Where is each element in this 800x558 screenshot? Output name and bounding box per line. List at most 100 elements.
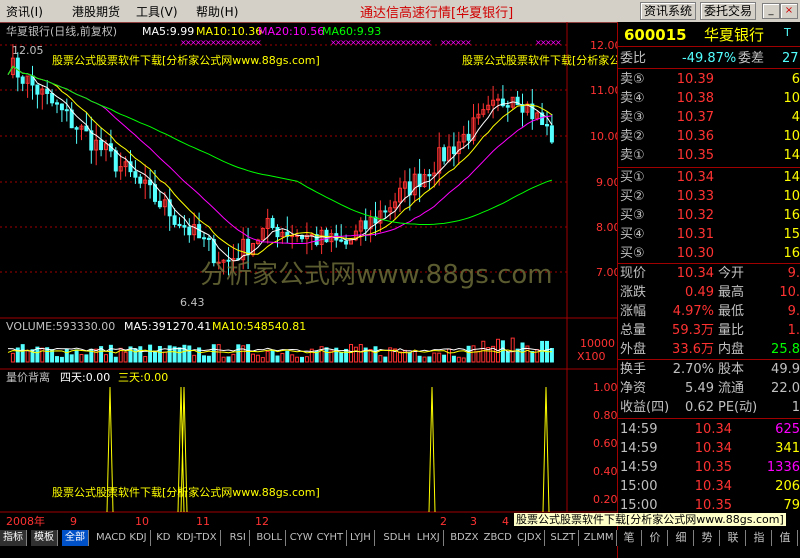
volume-bar (123, 351, 128, 363)
volume-bar (255, 354, 260, 363)
volume-bar (510, 337, 515, 363)
tab-kdj[interactable]: KDJ (126, 530, 151, 546)
month-2: 2 (440, 515, 447, 528)
tick-volume: 79 (783, 498, 800, 513)
stat-label-2: 量比 (718, 323, 745, 338)
tab-全部[interactable]: 全部 (62, 530, 89, 546)
volume-bar (260, 357, 265, 363)
volume-bar (79, 353, 84, 363)
volume-bar (324, 347, 329, 363)
quote-divider-4 (618, 263, 800, 264)
volume-bar (295, 356, 300, 363)
buy-label: 买④ (620, 227, 645, 242)
tab-rsi[interactable]: RSI (226, 530, 250, 546)
tab-sdlh[interactable]: SDLH (380, 530, 415, 546)
menu-tools[interactable]: 工具(V) (136, 3, 178, 20)
tab-cyht[interactable]: CYHT (313, 530, 348, 546)
tab-kd[interactable]: KD (153, 530, 175, 546)
volume-bar (500, 340, 505, 363)
signal-marker: × (555, 38, 562, 47)
stat-label: 总量 (620, 323, 647, 338)
tab-zlmm[interactable]: ZLMM (580, 530, 618, 546)
quote-divider-3 (618, 167, 800, 168)
candle-body (133, 171, 138, 178)
month-11: 11 (196, 515, 210, 528)
sell-volume: 10 (783, 91, 800, 106)
minimize-icon[interactable]: _ (762, 3, 780, 19)
tab-模板[interactable]: 模板 (31, 530, 58, 546)
indicator-three: 三天:0.00 (118, 371, 169, 384)
stat-value-2: 1. (787, 323, 800, 338)
volume-bar (133, 348, 138, 363)
tab-macd[interactable]: MACD (93, 530, 130, 546)
menu-hk-futures[interactable]: 港股期货 (72, 3, 120, 20)
tick-time: 15:00 (620, 498, 658, 513)
low-mark: 6.43 (180, 296, 205, 309)
stat-value-2: 10. (779, 285, 800, 300)
volume-bar (530, 351, 535, 363)
volume-bar (182, 344, 187, 363)
close-icon[interactable]: × (780, 3, 798, 19)
tick-volume: 341 (775, 441, 800, 456)
tab-slzt[interactable]: SLZT (547, 530, 580, 546)
tab-bdzx[interactable]: BDZX (447, 530, 483, 546)
info-system-button[interactable]: 资讯系统 (640, 2, 697, 20)
indicator-tabs: 指标 模板 全部 MACD KDJ KD KDJ-TDX RSI BOLL CYW CYHT LYJH… (0, 530, 618, 546)
buy-label: 买③ (620, 208, 645, 223)
quote-panel: 600015 华夏银行 T 委比 -49.87% 委差 27 卖⑤ 10.39 6 卖… (617, 22, 800, 558)
tab-zbcd[interactable]: ZBCD (480, 530, 516, 546)
stock-name: 华夏银行 (704, 26, 765, 44)
volume-bar (231, 353, 236, 363)
quote-tab-4[interactable]: 联 (721, 530, 746, 546)
volume-bar (251, 353, 255, 363)
candle-body (74, 127, 79, 130)
trade-button[interactable]: 委托交易 (700, 2, 757, 20)
volume-bar (353, 346, 358, 363)
top-markers: ×××××××××××××××× ×××××××××××××××××××× ××××… (180, 38, 562, 47)
menu-info[interactable]: 资讯(I) (6, 3, 43, 20)
sell-volume: 14 (783, 148, 800, 163)
tab-指标[interactable]: 指标 (0, 530, 27, 546)
tab-lyjh[interactable]: LYJH (347, 530, 375, 546)
quote-tab-0[interactable]: 笔 (617, 530, 642, 546)
ma10-label: MA10:10.36 (196, 25, 263, 38)
stat-value: 4.97% (672, 304, 714, 319)
stock-code: 600015 (624, 26, 687, 44)
candle-body (177, 223, 182, 227)
quote-tab-1[interactable]: 价 (643, 530, 668, 546)
tab-boll[interactable]: BOLL (253, 530, 287, 546)
quote-tab-5[interactable]: 指 (747, 530, 772, 546)
tick-volume: 625 (775, 422, 800, 437)
ytick-11: 11.00 (590, 84, 617, 97)
ytick-7: 7.00 (596, 266, 617, 279)
tick-price: 10.34 (694, 422, 732, 437)
stat2-value-2: 22.0 (771, 381, 800, 396)
tab-kdj-tdx[interactable]: KDJ-TDX (173, 530, 221, 546)
buy-volume: 16 (783, 246, 800, 261)
candle-body (451, 146, 456, 155)
buy-price: 10.30 (676, 246, 714, 261)
quote-tab-6[interactable]: 值 (773, 530, 798, 546)
tab-lhxj[interactable]: LHXJ (413, 530, 444, 546)
candle-body (64, 109, 69, 112)
volume-bar (344, 348, 349, 363)
volume-bar (300, 356, 304, 363)
stat-value-2: 25.8 (771, 342, 800, 357)
volume-bar (113, 356, 118, 363)
volume-bar (432, 352, 437, 363)
tab-cjdx[interactable]: CJDX (514, 530, 546, 546)
tab-cyw[interactable]: CYW (286, 530, 317, 546)
menu-help[interactable]: 帮助(H) (196, 3, 238, 20)
tick-volume: 206 (775, 479, 800, 494)
quote-tab-2[interactable]: 细 (669, 530, 694, 546)
kline-chart[interactable]: ×××××××××××××××× ×××××××××××××××××××× ××××… (0, 22, 617, 558)
volume-ma5: MA5:391270.41 (124, 320, 212, 333)
chart-title: 华夏银行(日线,前复权) (6, 25, 118, 38)
volume-bar (177, 347, 182, 363)
stat2-value-2: 1 (791, 400, 800, 415)
quote-tab-3[interactable]: 势 (695, 530, 720, 546)
tick-price: 10.34 (694, 479, 732, 494)
watermark-right: 股票公式股票软件下载[分析家公式网www.88gs.com] (462, 54, 617, 67)
candles (10, 44, 554, 276)
candle-body (246, 238, 251, 256)
